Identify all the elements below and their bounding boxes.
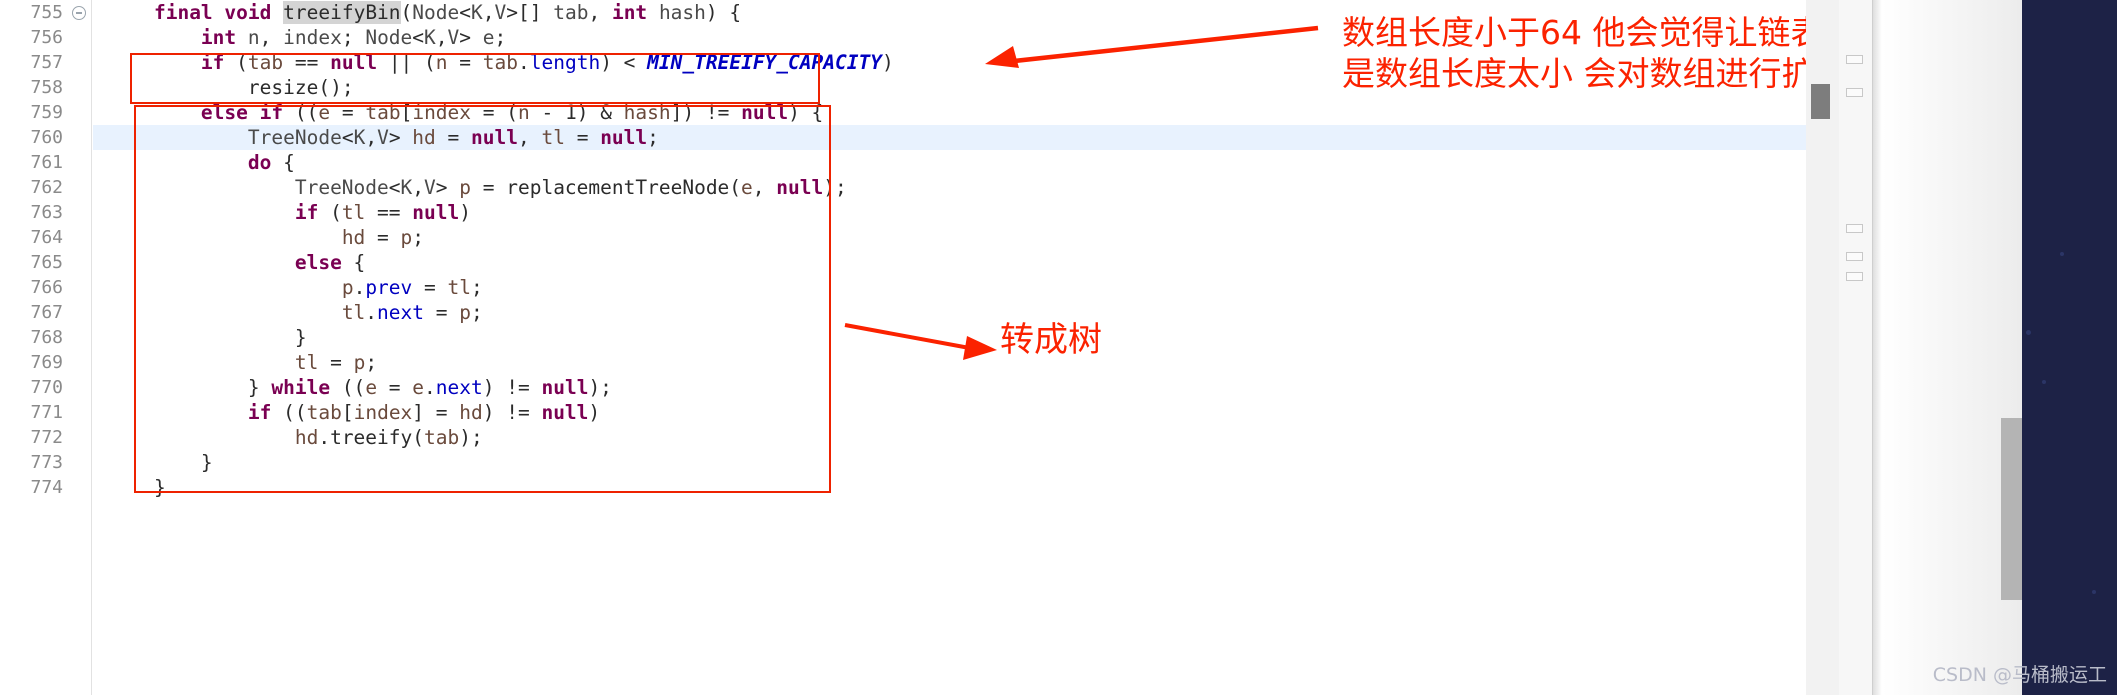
code-line-762[interactable]: TreeNode<K,V> p = replacementTreeNode(e,…	[93, 175, 1806, 200]
line-number-label: 769	[30, 352, 63, 373]
line-number-label: 761	[30, 152, 63, 173]
line-number-label: 757	[30, 52, 63, 73]
line-number-label: 774	[30, 477, 63, 498]
decor-dot	[2026, 330, 2031, 335]
line-number-label: 760	[30, 127, 63, 148]
annotation-treeify-note: 转成树	[1000, 320, 1102, 361]
right-dark-panel	[2022, 0, 2117, 695]
line-number-label: 771	[30, 402, 63, 423]
line-number[interactable]: 763	[0, 200, 91, 225]
code-line-767[interactable]: tl.next = p;	[93, 300, 1806, 325]
code-line-764[interactable]: hd = p;	[93, 225, 1806, 250]
line-number-label: 766	[30, 277, 63, 298]
vertical-scrollbar[interactable]	[1806, 0, 1839, 695]
screenshot-root: 755 756 757 758 759 760 761 762 763 764 …	[0, 0, 2117, 695]
code-marker[interactable]	[1846, 224, 1863, 233]
line-number-label: 765	[30, 252, 63, 273]
line-number-label: 770	[30, 377, 63, 398]
code-line-761[interactable]: do {	[93, 150, 1806, 175]
code-marker[interactable]	[1846, 88, 1863, 97]
line-number[interactable]: 764	[0, 225, 91, 250]
line-number-label: 759	[30, 102, 63, 123]
decor-dot	[2060, 252, 2064, 256]
code-minimap[interactable]	[1872, 0, 2023, 695]
line-number-label: 772	[30, 427, 63, 448]
code-line-765[interactable]: else {	[93, 250, 1806, 275]
line-number-gutter[interactable]: 755 756 757 758 759 760 761 762 763 764 …	[0, 0, 92, 695]
line-number-label: 773	[30, 452, 63, 473]
line-number[interactable]: 767	[0, 300, 91, 325]
code-marker[interactable]	[1846, 252, 1863, 261]
code-line-770[interactable]: } while ((e = e.next) != null);	[93, 375, 1806, 400]
line-number[interactable]: 772	[0, 425, 91, 450]
line-number[interactable]: 759	[0, 100, 91, 125]
line-number[interactable]: 757	[0, 50, 91, 75]
line-number-label: 763	[30, 202, 63, 223]
line-number[interactable]: 771	[0, 400, 91, 425]
line-number-label: 768	[30, 327, 63, 348]
code-marker-rail[interactable]	[1839, 0, 1872, 695]
code-line-766[interactable]: p.prev = tl;	[93, 275, 1806, 300]
line-number[interactable]: 762	[0, 175, 91, 200]
code-line-759[interactable]: else if ((e = tab[index = (n - 1) & hash…	[93, 100, 1806, 125]
line-number-label: 767	[30, 302, 63, 323]
annotation-treeify-note-line1: 转成树	[1000, 320, 1102, 360]
code-line-771[interactable]: if ((tab[index] = hd) != null)	[93, 400, 1806, 425]
vertical-scrollbar-thumb[interactable]	[1811, 84, 1830, 119]
line-number-label: 764	[30, 227, 63, 248]
decor-dot	[2092, 590, 2096, 594]
code-content[interactable]: final void treeifyBin(Node<K,V>[] tab, i…	[93, 0, 1806, 695]
line-number[interactable]: 768	[0, 325, 91, 350]
code-editor[interactable]: 755 756 757 758 759 760 761 762 763 764 …	[0, 0, 1806, 695]
code-marker[interactable]	[1846, 272, 1863, 281]
line-number[interactable]: 760	[0, 125, 91, 150]
line-number[interactable]: 773	[0, 450, 91, 475]
code-fold-collapse-icon[interactable]	[72, 6, 86, 20]
code-marker[interactable]	[1846, 55, 1863, 64]
line-number-label: 762	[30, 177, 63, 198]
code-line-763[interactable]: if (tl == null)	[93, 200, 1806, 225]
line-number-label: 755	[30, 2, 63, 23]
code-line-774[interactable]: }	[93, 475, 1806, 500]
line-number[interactable]: 761	[0, 150, 91, 175]
minimap-viewport-thumb[interactable]	[2001, 418, 2023, 600]
line-number[interactable]: 766	[0, 275, 91, 300]
line-number-label: 756	[30, 27, 63, 48]
line-number[interactable]: 756	[0, 25, 91, 50]
csdn-watermark: CSDN @马桶搬运工	[1932, 664, 2107, 686]
line-number[interactable]: 769	[0, 350, 91, 375]
line-number[interactable]: 765	[0, 250, 91, 275]
decor-dot	[2042, 380, 2046, 384]
code-line-768[interactable]: }	[93, 325, 1806, 350]
line-number-label: 758	[30, 77, 63, 98]
code-line-760[interactable]: TreeNode<K,V> hd = null, tl = null;	[93, 125, 1806, 150]
line-number[interactable]: 770	[0, 375, 91, 400]
line-number[interactable]: 774	[0, 475, 91, 500]
code-line-769[interactable]: tl = p;	[93, 350, 1806, 375]
line-number[interactable]: 758	[0, 75, 91, 100]
code-line-772[interactable]: hd.treeify(tab);	[93, 425, 1806, 450]
code-line-773[interactable]: }	[93, 450, 1806, 475]
line-number[interactable]: 755	[0, 0, 91, 25]
